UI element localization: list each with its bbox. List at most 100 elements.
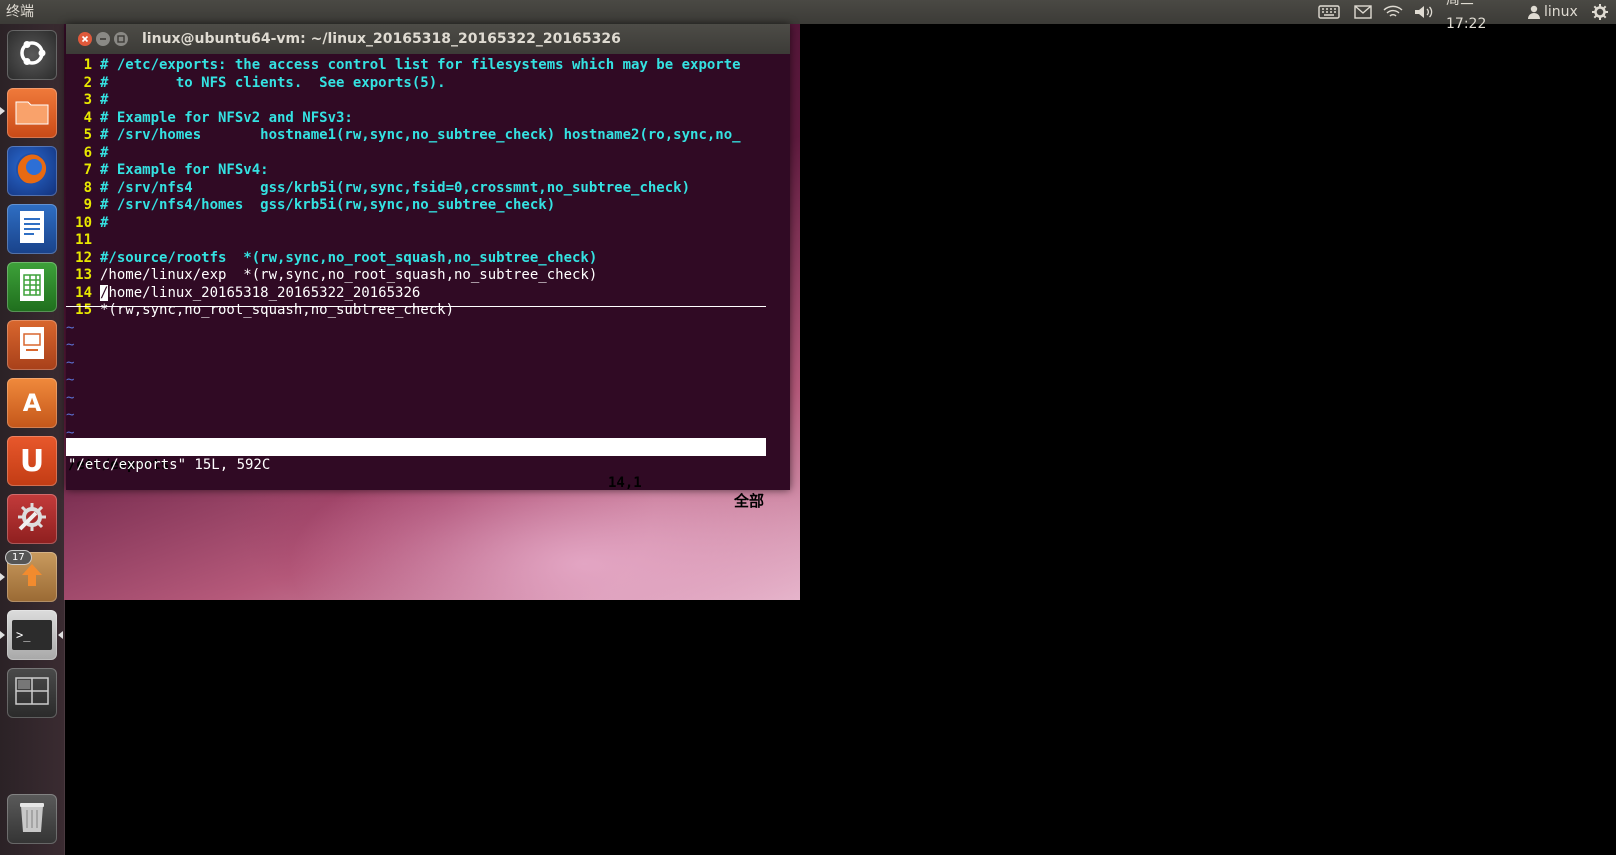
upload-arrow-icon [17, 560, 47, 594]
editor-line[interactable]: 5 # /srv/homes hostname1(rw,sync,no_subtr… [66, 126, 790, 144]
line-text: # [100, 92, 109, 108]
line-number: 6 [83, 144, 92, 161]
line-text: #/source/rootfs *(rw,sync,no_root_squash… [100, 249, 598, 266]
ubuntu-one-icon: U [19, 443, 45, 479]
window-titlebar[interactable]: linux@ubuntu64-vm: ~/linux_20165318_2016… [66, 24, 790, 54]
line-text: # Example for NFSv2 and NFSv3: [100, 109, 353, 126]
running-indicator [0, 631, 5, 639]
status-scroll-position: 全部 [733, 492, 764, 510]
software-center-launcher[interactable]: A [7, 378, 57, 428]
running-indicator [0, 573, 5, 581]
editor-line[interactable]: 10 # [66, 214, 790, 232]
empty-line-tilde: ~ [66, 337, 75, 353]
line-text: # /etc/exports: the access control list … [100, 57, 741, 73]
editor-line[interactable]: 13/home/linux/exp *(rw,sync,no_root_squa… [66, 266, 790, 284]
writer-launcher[interactable] [7, 204, 57, 254]
empty-line-tilde: ~ [66, 389, 75, 406]
editor-line[interactable]: 3 # [66, 91, 790, 109]
editor-line[interactable]: 14/home/linux_20165318_20165322_20165326 [66, 284, 790, 302]
editor-line[interactable]: 2 # to NFS clients. See exports(5). [66, 74, 790, 92]
empty-line-tilde: ~ [66, 372, 75, 388]
line-text: # [100, 144, 109, 161]
document-icon [17, 209, 47, 249]
user-name[interactable]: linux [1544, 0, 1584, 24]
clock[interactable]: 周三 17:22 [1446, 0, 1516, 32]
workspaces-icon [14, 676, 50, 710]
editor-line[interactable]: 8 # /srv/nfs4 gss/krb5i(rw,sync,fsid=0,cr… [66, 179, 790, 197]
editor-line[interactable]: 6 # [66, 144, 790, 162]
trash-launcher[interactable] [7, 794, 57, 844]
keyboard-icon[interactable] [1316, 0, 1342, 24]
ubuntu-logo-icon [15, 36, 49, 74]
empty-line-tilde: ~ [66, 354, 75, 371]
line-text: # /srv/nfs4 gss/krb5i(rw,sync,fsid=0,cro… [100, 179, 691, 196]
line-text: /home/linux_20165318_20165322_20165326 [100, 284, 421, 301]
empty-line-tilde: ~ [66, 407, 75, 423]
line-number: 9 [83, 197, 92, 213]
dash-button[interactable] [7, 30, 57, 80]
firefox-icon [13, 150, 51, 192]
line-text: /home/linux/exp *(rw,sync,no_root_squash… [100, 267, 598, 283]
line-number: 10 [75, 214, 92, 231]
system-settings-launcher[interactable] [7, 494, 57, 544]
line-number: 4 [83, 109, 92, 126]
terminal-launcher[interactable]: >_ [7, 610, 57, 660]
files-launcher[interactable] [7, 88, 57, 138]
editor-line[interactable]: 12 #/source/rootfs *(rw,sync,no_root_squa… [66, 249, 790, 267]
software-center-icon: A [22, 389, 42, 417]
line-number: 5 [83, 127, 92, 143]
user-icon [1526, 0, 1542, 24]
workspace-switcher[interactable] [7, 668, 57, 718]
line-text: # /srv/homes hostname1(rw,sync,no_subtre… [100, 127, 741, 143]
firefox-launcher[interactable] [7, 146, 57, 196]
gear-icon[interactable] [1590, 0, 1610, 24]
line-number: 7 [83, 162, 92, 178]
vim-message-line: "/etc/exports" 15L, 592C [68, 457, 271, 473]
line-number: 15 [75, 302, 92, 318]
folder-icon [14, 96, 50, 130]
line-number: 8 [83, 179, 92, 196]
line-number: 3 [83, 92, 92, 108]
app-name: 终端 [6, 4, 34, 20]
editor-line[interactable]: 15 *(rw,sync,no_root_squash,no_subtree_ch… [66, 301, 790, 319]
update-manager-launcher[interactable]: 17 [5, 550, 57, 602]
presentation-icon [17, 325, 47, 365]
close-icon [81, 35, 89, 43]
line-number: 13 [75, 267, 92, 283]
maximize-icon [117, 35, 125, 43]
terminal-window[interactable]: linux@ubuntu64-vm: ~/linux_20165318_2016… [66, 24, 790, 510]
wifi-icon[interactable] [1382, 0, 1404, 24]
impress-launcher[interactable] [7, 320, 57, 370]
line-number: 14 [75, 284, 92, 301]
line-number: 11 [75, 232, 92, 248]
vim-editor[interactable]: 1 # /etc/exports: the access control list… [66, 54, 790, 510]
window-title: linux@ubuntu64-vm: ~/linux_20165318_2016… [142, 31, 621, 47]
ubuntu-one-launcher[interactable]: U [7, 436, 57, 486]
mail-icon[interactable] [1352, 0, 1374, 24]
editor-line[interactable]: 9 # /srv/nfs4/homes gss/krb5i(rw,sync,no_… [66, 196, 790, 214]
editor-line[interactable]: 7 # Example for NFSv4: [66, 161, 790, 179]
line-number: 12 [75, 249, 92, 266]
line-text: *(rw,sync,no_root_squash,no_subtree_chec… [100, 302, 455, 318]
minimize-button[interactable] [96, 32, 110, 46]
spreadsheet-icon [17, 267, 47, 307]
update-count-badge: 17 [5, 550, 32, 565]
volume-icon[interactable] [1412, 0, 1436, 24]
vim-status-bar: /etc/exports 14,1 全部 [66, 438, 766, 510]
editor-line[interactable]: 4 # Example for NFSv2 and NFSv3: [66, 109, 790, 127]
editor-line[interactable]: 11 [66, 231, 790, 249]
wrench-gear-icon [14, 499, 50, 539]
calc-launcher[interactable] [7, 262, 57, 312]
close-button[interactable] [78, 32, 92, 46]
text-cursor: / [100, 284, 109, 301]
editor-line[interactable]: 1 # /etc/exports: the access control list… [66, 56, 790, 74]
maximize-button[interactable] [114, 32, 128, 46]
launcher: A U 17 >_ [0, 24, 65, 855]
minimize-icon [100, 38, 106, 40]
line-text: # Example for NFSv4: [100, 162, 269, 178]
running-indicator [0, 107, 5, 115]
terminal-icon: >_ [12, 620, 52, 650]
status-cursor-position: 14,1 [608, 475, 642, 491]
trash-icon [18, 800, 46, 838]
focused-indicator [58, 631, 63, 639]
